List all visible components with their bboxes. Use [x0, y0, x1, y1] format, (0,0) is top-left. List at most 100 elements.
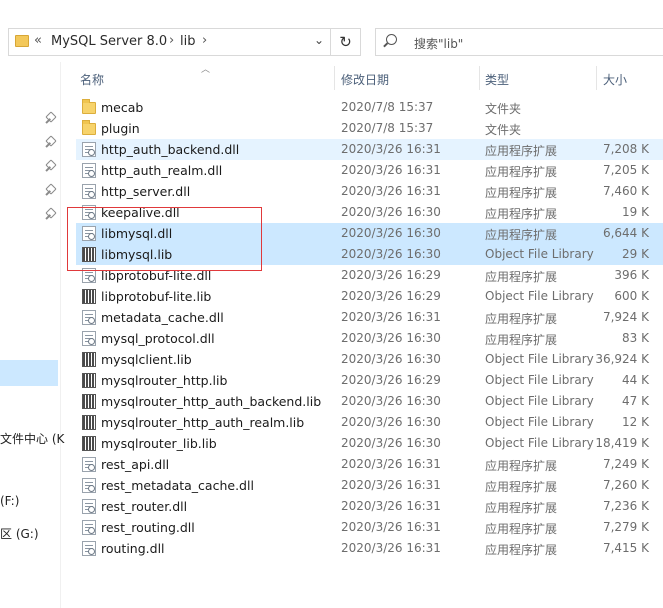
file-size: 7,208 K: [602, 142, 649, 156]
file-size: 7,460 K: [602, 184, 649, 198]
search-input[interactable]: 搜索"lib": [375, 28, 663, 56]
file-date-modified: 2020/3/26 16:31: [341, 457, 441, 471]
file-row[interactable]: mysqlrouter_http_auth_backend.lib 2020/3/…: [76, 391, 663, 412]
file-row[interactable]: http_server.dll 2020/3/26 16:31 应用程序扩展 7,46…: [76, 181, 663, 202]
file-name: mysqlrouter_http_auth_realm.lib: [101, 415, 305, 430]
search-placeholder: 搜索"lib": [414, 37, 464, 51]
file-type: 应用程序扩展: [485, 165, 558, 179]
file-row[interactable]: mysql_protocol.dll 2020/3/26 16:30 应用程序扩展 8…: [76, 328, 663, 349]
column-divider[interactable]: [334, 66, 335, 90]
pin-icon: [45, 184, 55, 198]
file-row[interactable]: mysqlrouter_http_auth_realm.lib 2020/3/26…: [76, 412, 663, 433]
file-type: 应用程序扩展: [485, 144, 558, 158]
chevron-right-icon[interactable]: ›: [169, 33, 174, 48]
navigation-pane[interactable]: 文件中心 (K (F:) 区 (G:): [0, 62, 64, 608]
file-type: Object File Library: [485, 436, 594, 450]
column-header-size[interactable]: 大小: [603, 71, 627, 88]
file-type: 应用程序扩展: [485, 543, 558, 557]
file-row[interactable]: plugin 2020/7/8 15:37 文件夹: [76, 118, 663, 139]
file-row[interactable]: mysqlrouter_http.lib 2020/3/26 16:29 Objec…: [76, 370, 663, 391]
breadcrumb-overflow[interactable]: «: [34, 33, 42, 48]
file-row[interactable]: rest_router.dll 2020/3/26 16:31 应用程序扩展 7,23…: [76, 496, 663, 517]
nav-item-file-center[interactable]: 文件中心 (K: [0, 430, 64, 447]
file-type: 文件夹: [485, 123, 522, 137]
column-header-modified[interactable]: 修改日期: [341, 71, 389, 88]
file-row[interactable]: mecab 2020/7/8 15:37 文件夹: [76, 97, 663, 118]
nav-item-drive-g[interactable]: 区 (G:): [0, 525, 39, 542]
dll-icon: [82, 499, 96, 514]
file-date-modified: 2020/3/26 16:30: [341, 436, 441, 450]
file-date-modified: 2020/7/8 15:37: [341, 121, 434, 135]
file-size: 83 K: [622, 331, 649, 345]
sort-ascending-icon: ︿: [201, 65, 211, 75]
file-row[interactable]: mysqlclient.lib 2020/3/26 16:30 Object Fil…: [76, 349, 663, 370]
breadcrumb-mysql-server[interactable]: MySQL Server 8.0: [51, 34, 167, 49]
file-date-modified: 2020/3/26 16:31: [341, 478, 441, 492]
file-size: 396 K: [614, 268, 649, 282]
file-type: 应用程序扩展: [485, 522, 558, 536]
file-row[interactable]: keepalive.dll 2020/3/26 16:30 应用程序扩展 19 K: [76, 202, 663, 223]
file-name: http_auth_realm.dll: [101, 163, 223, 178]
file-date-modified: 2020/3/26 16:30: [341, 352, 441, 366]
file-type: 应用程序扩展: [485, 501, 558, 515]
file-name: libprotobuf-lite.dll: [101, 268, 212, 283]
pin-icon: [45, 136, 55, 150]
nav-item-selected[interactable]: [0, 360, 58, 386]
file-name: plugin: [101, 121, 140, 136]
file-date-modified: 2020/3/26 16:31: [341, 499, 441, 513]
file-type: 应用程序扩展: [485, 459, 558, 473]
file-row[interactable]: libmysql.dll 2020/3/26 16:30 应用程序扩展 6,644 K: [76, 223, 663, 244]
file-name: mysqlrouter_http_auth_backend.lib: [101, 394, 322, 409]
file-name: mysqlclient.lib: [101, 352, 192, 367]
top-bar: « MySQL Server 8.0 › lib › ⌄ ↻ 搜索"lib": [0, 0, 663, 62]
file-date-modified: 2020/7/8 15:37: [341, 100, 434, 114]
lib-icon: [82, 352, 96, 367]
file-name: mysql_protocol.dll: [101, 331, 215, 346]
file-size: 44 K: [622, 373, 649, 387]
file-row[interactable]: routing.dll 2020/3/26 16:31 应用程序扩展 7,415 K: [76, 538, 663, 559]
file-row[interactable]: http_auth_backend.dll 2020/3/26 16:31 应用程序…: [76, 139, 663, 160]
file-date-modified: 2020/3/26 16:30: [341, 226, 441, 240]
file-type: 文件夹: [485, 102, 522, 116]
file-name: metadata_cache.dll: [101, 310, 224, 325]
file-row[interactable]: metadata_cache.dll 2020/3/26 16:31 应用程序扩展 7…: [76, 307, 663, 328]
file-size: 7,236 K: [602, 499, 649, 513]
file-date-modified: 2020/3/26 16:30: [341, 247, 441, 261]
file-row[interactable]: mysqlrouter_lib.lib 2020/3/26 16:30 Object…: [76, 433, 663, 454]
chevron-right-icon[interactable]: ›: [202, 33, 207, 48]
dll-icon: [82, 184, 96, 199]
file-name: mecab: [101, 100, 144, 115]
lib-icon: [82, 373, 96, 388]
file-type: Object File Library: [485, 415, 594, 429]
dll-icon: [82, 478, 96, 493]
file-row[interactable]: libprotobuf-lite.dll 2020/3/26 16:29 应用程序扩…: [76, 265, 663, 286]
file-type: Object File Library: [485, 247, 594, 261]
file-size: 7,924 K: [602, 310, 649, 324]
refresh-button[interactable]: ↻: [331, 28, 361, 56]
column-header-name[interactable]: 名称: [80, 71, 104, 88]
nav-item-drive-f[interactable]: (F:): [0, 494, 19, 508]
file-size: 36,924 K: [595, 352, 649, 366]
file-name: libmysql.dll: [101, 226, 173, 241]
file-name: rest_router.dll: [101, 499, 188, 514]
column-divider[interactable]: [596, 66, 597, 90]
file-size: 29 K: [622, 247, 649, 261]
lib-icon: [82, 415, 96, 430]
file-row[interactable]: rest_routing.dll 2020/3/26 16:31 应用程序扩展 7,2…: [76, 517, 663, 538]
file-name: keepalive.dll: [101, 205, 180, 220]
file-name: rest_routing.dll: [101, 520, 195, 535]
file-row[interactable]: http_auth_realm.dll 2020/3/26 16:31 应用程序扩展…: [76, 160, 663, 181]
column-divider[interactable]: [479, 66, 480, 90]
dll-icon: [82, 457, 96, 472]
file-name: libprotobuf-lite.lib: [101, 289, 212, 304]
file-type: 应用程序扩展: [485, 333, 558, 347]
pin-icon: [45, 160, 55, 174]
breadcrumb-lib[interactable]: lib: [180, 34, 195, 49]
file-row[interactable]: libprotobuf-lite.lib 2020/3/26 16:29 Objec…: [76, 286, 663, 307]
file-row[interactable]: rest_api.dll 2020/3/26 16:31 应用程序扩展 7,249 K: [76, 454, 663, 475]
file-row[interactable]: rest_metadata_cache.dll 2020/3/26 16:31 应用…: [76, 475, 663, 496]
address-bar[interactable]: « MySQL Server 8.0 › lib › ⌄: [8, 28, 331, 56]
column-header-type[interactable]: 类型: [485, 71, 509, 88]
chevron-down-icon[interactable]: ⌄: [314, 33, 324, 47]
file-row[interactable]: libmysql.lib 2020/3/26 16:30 Object File L…: [76, 244, 663, 265]
